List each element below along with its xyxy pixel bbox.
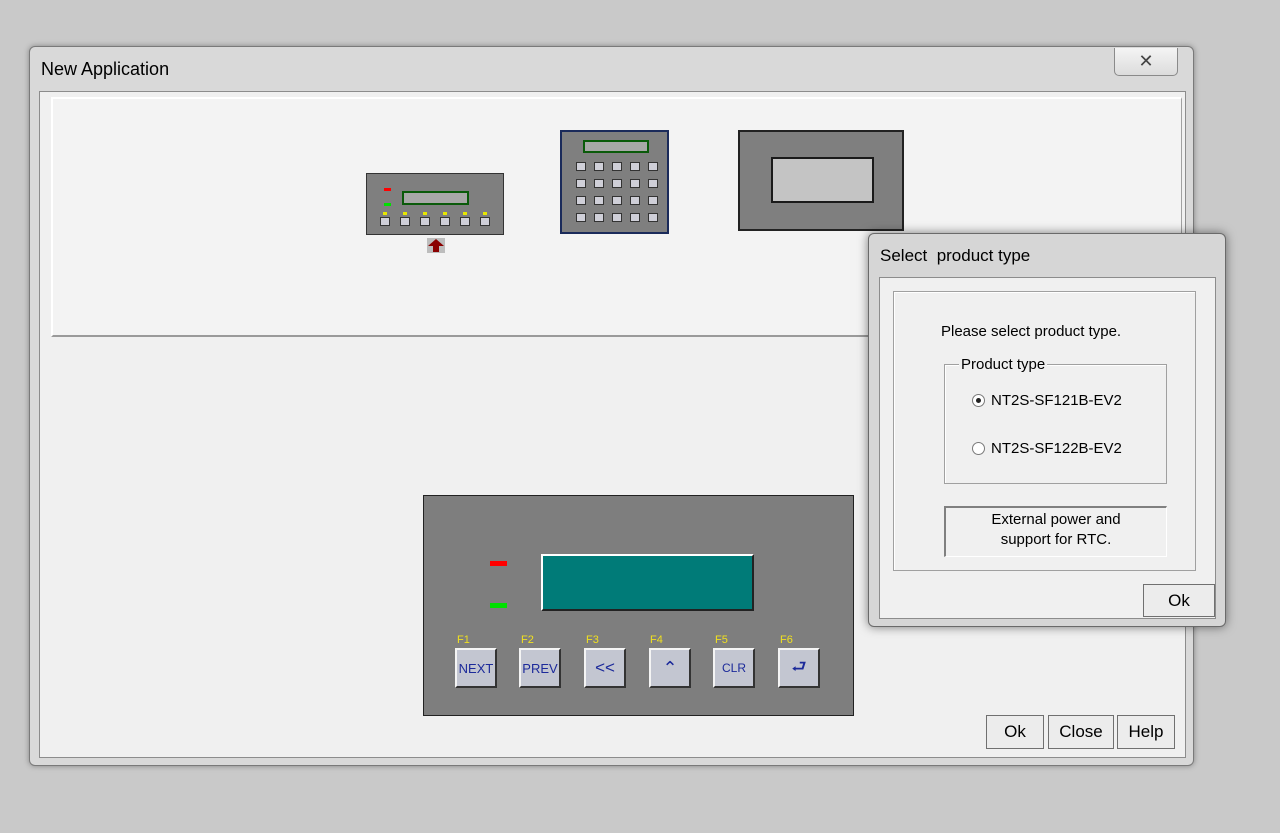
function-key-label: F5 [715,634,728,646]
dialog-client-area: Please select product type. Product type… [879,277,1216,619]
key-text: << [595,658,615,677]
ok-button[interactable]: Ok [986,715,1044,749]
thumb-keypad-key [630,213,640,222]
function-key-label: F4 [650,634,663,646]
prev-key[interactable]: PREV [519,648,561,688]
thumb-key-marker [483,212,487,215]
thumb-led-red [384,188,391,191]
select-product-type-dialog: Select product type Please select produc… [868,233,1226,627]
thumb-keypad-key [612,162,622,171]
thumb-lcd [402,191,469,205]
thumb-keypad-key [648,162,658,171]
thumb-key [420,217,430,226]
close-button[interactable]: Close [1048,715,1114,749]
product-thumbnail-keypad[interactable] [560,130,669,234]
thumb-key [480,217,490,226]
function-key-label: F3 [586,634,599,646]
option-label: NT2S-SF122B-EV2 [991,440,1122,457]
key-text: NEXT [458,660,494,676]
function-key-label: F6 [780,634,793,646]
thumb-key-marker [423,212,427,215]
next-key[interactable]: NEXT [455,648,497,688]
key-text: ⮐ [791,656,807,676]
thumb-keypad-key [612,213,622,222]
window-title: New Application [41,59,170,79]
thumb-keypad-key [612,179,622,188]
thumb-key [440,217,450,226]
thumb-keypad-key [648,179,658,188]
led-red [490,561,507,566]
enter-key[interactable]: ⮐ [778,648,820,688]
function-key-label: F2 [521,634,534,646]
thumb-key [380,217,390,226]
thumb-keypad-key [576,196,586,205]
lcd-display [541,554,754,611]
thumb-keypad-key [576,213,586,222]
key-text: CLR [721,661,746,675]
group-label: Product type [959,356,1048,373]
thumb-screen [771,157,874,203]
thumb-key [400,217,410,226]
product-thumbnail-nt2s-sf12x[interactable] [366,173,504,235]
key-text: PREV [522,660,558,676]
thumb-key-marker [463,212,467,215]
product-description: External power and support for RTC. [944,506,1167,557]
function-key-label: F1 [457,634,470,646]
thumb-keypad-key [630,196,640,205]
thumb-keypad-key [594,213,604,222]
option-label: NT2S-SF121B-EV2 [991,392,1122,409]
dialog-ok-button[interactable]: Ok [1143,584,1215,617]
option-nt2s-sf121b-ev2[interactable]: NT2S-SF121B-EV2 [972,392,1122,409]
product-type-group: Product type NT2S-SF121B-EV2 NT2S-SF122B… [944,356,1167,484]
selected-arrow-icon [427,238,445,253]
thumb-led-green [384,203,391,206]
close-icon: ✕ [1138,51,1154,71]
led-green [490,603,507,608]
description-line: External power and [991,511,1121,528]
thumb-keypad-key [630,162,640,171]
thumb-keypad-key [576,179,586,188]
thumb-key-marker [403,212,407,215]
description-line: support for RTC. [1000,531,1112,548]
option-nt2s-sf122b-ev2[interactable]: NT2S-SF122B-EV2 [972,440,1122,457]
product-thumbnail-screen[interactable] [738,130,904,231]
thumb-keypad-key [612,196,622,205]
thumb-key-marker [443,212,447,215]
dialog-prompt: Please select product type. [941,323,1122,340]
thumb-keypad-key [648,213,658,222]
device-preview: F1 NEXT F2 PREV F3 << F4 ⌃ F5 CLR F6 ⮐ [423,495,854,716]
clear-key[interactable]: CLR [713,648,755,688]
thumb-keypad-key [594,162,604,171]
thumb-keypad-key [648,196,658,205]
left-double-chevron-key[interactable]: << [584,648,626,688]
window-close-button[interactable]: ✕ [1114,48,1178,76]
help-button[interactable]: Help [1117,715,1175,749]
radio-selected[interactable] [972,394,985,407]
up-chevron-key[interactable]: ⌃ [649,648,691,688]
thumb-keypad-key [576,162,586,171]
thumb-lcd [583,140,649,153]
thumb-keypad-key [594,179,604,188]
thumb-keypad-key [594,196,604,205]
thumb-key-marker [383,212,387,215]
radio-unselected[interactable] [972,442,985,455]
thumb-keypad-key [630,179,640,188]
key-text: ⌃ [662,657,678,678]
thumb-key [460,217,470,226]
dialog-title: Select product type [880,246,1031,265]
dialog-inner-frame: Please select product type. Product type… [893,291,1196,571]
